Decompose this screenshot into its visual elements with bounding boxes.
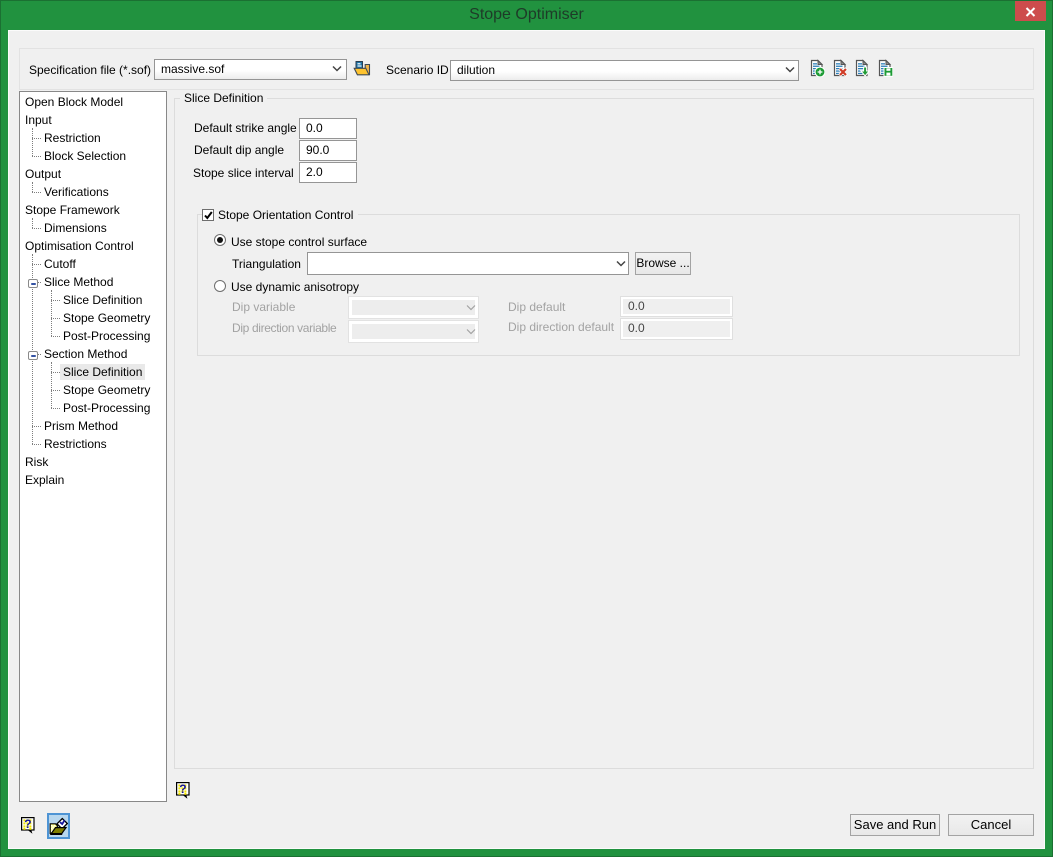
- svg-text:?: ?: [24, 817, 31, 831]
- svg-text:?: ?: [179, 782, 186, 796]
